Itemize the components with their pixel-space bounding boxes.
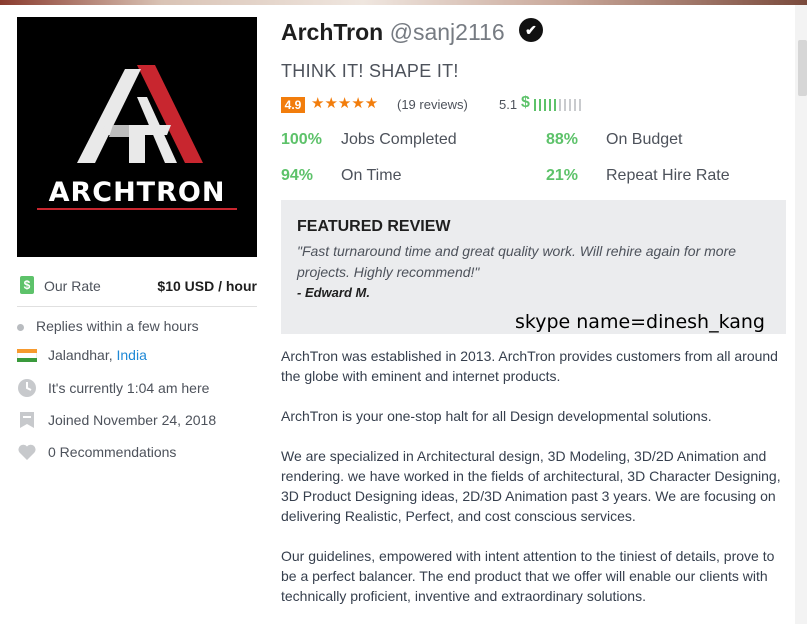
featured-review-author: - Edward M. <box>297 285 370 300</box>
earnings-bar <box>534 99 536 111</box>
local-time-row: It's currently 1:04 am here <box>17 376 257 400</box>
calendar-badge-icon <box>20 412 34 428</box>
about-paragraph: ArchTron is your one-stop halt for all D… <box>281 408 712 424</box>
joined-text: Joined November 24, 2018 <box>48 412 217 428</box>
about-paragraph: We are specialized in Architectural desi… <box>281 448 781 524</box>
featured-review-quote: "Fast turnaround time and great quality … <box>297 243 737 280</box>
username-handle: @sanj2116 <box>389 19 505 45</box>
our-rate-row: $ Our Rate $10 USD / hour <box>17 274 257 298</box>
profile-tagline: THINK IT! SHAPE IT! <box>281 61 459 81</box>
location-row: Jalandhar, India <box>17 343 257 367</box>
location-country-link[interactable]: India <box>117 347 147 363</box>
about-paragraph: Our guidelines, empowered with intent at… <box>281 548 775 604</box>
money-tag-icon: $ <box>20 276 34 294</box>
earnings-score: 5.1 <box>499 97 518 112</box>
profile-name: ArchTron @sanj2116 <box>281 19 505 46</box>
earnings-bar <box>559 99 561 111</box>
earnings-bar <box>569 99 571 111</box>
local-time-text: It's currently 1:04 am here <box>48 380 210 396</box>
earnings-bar <box>544 99 546 111</box>
clock-icon <box>18 379 36 397</box>
stat-label: On Time <box>341 167 402 184</box>
reviews-count-link[interactable]: (19 reviews) <box>397 97 468 112</box>
recommendations-row: 0 Recommendations <box>17 440 257 464</box>
replies-text: Replies within a few hours <box>36 318 199 334</box>
earnings-dollar-icon: $ <box>521 94 530 111</box>
scrollbar-track[interactable] <box>795 5 807 624</box>
earnings-bar <box>549 99 551 111</box>
profile-logo: ARCHTRON <box>17 17 257 257</box>
verified-badge-icon[interactable]: ✔ <box>519 18 543 42</box>
about-paragraph: ArchTron was established in 2013. ArchTr… <box>281 348 778 384</box>
heart-icon <box>18 444 36 460</box>
joined-row: Joined November 24, 2018 <box>17 408 257 432</box>
display-name: ArchTron <box>281 19 384 45</box>
earnings-bar <box>579 99 581 111</box>
earnings-bar <box>539 99 541 111</box>
stat-percent: 100% <box>281 131 322 148</box>
stat-percent: 88% <box>546 131 579 148</box>
archtron-logo-graphic <box>77 65 203 163</box>
rate-label: Our Rate <box>44 278 101 294</box>
top-banner-strip <box>0 0 807 5</box>
recommendations-text: 0 Recommendations <box>48 444 177 460</box>
stat-label: On Budget <box>606 131 683 148</box>
stat-percent: 94% <box>281 167 314 184</box>
earnings-bar <box>574 99 576 111</box>
rating-score-badge: 4.9 <box>281 97 305 113</box>
replies-row: Replies within a few hours <box>17 314 257 338</box>
featured-review-title: FEATURED REVIEW <box>297 218 451 235</box>
rate-value: $10 USD / hour <box>157 278 257 294</box>
stat-label: Jobs Completed <box>341 131 457 148</box>
india-flag-icon <box>17 349 37 362</box>
logo-wordmark: ARCHTRON <box>48 177 226 208</box>
stat-label: Repeat Hire Rate <box>606 167 730 184</box>
location-city: Jalandhar, <box>48 347 117 363</box>
featured-review-card: FEATURED REVIEW "Fast turnaround time an… <box>281 200 786 334</box>
star-rating-icon: ★★★★★ <box>311 95 379 112</box>
earnings-bar <box>554 99 556 111</box>
logo-underline <box>37 208 237 210</box>
overlay-skype-note: skype name=dinesh_kang <box>515 311 765 333</box>
earnings-bar <box>564 99 566 111</box>
stat-percent: 21% <box>546 167 579 184</box>
status-dot-icon <box>17 324 24 331</box>
sidebar-divider <box>17 306 257 307</box>
scrollbar-thumb[interactable] <box>798 40 807 96</box>
